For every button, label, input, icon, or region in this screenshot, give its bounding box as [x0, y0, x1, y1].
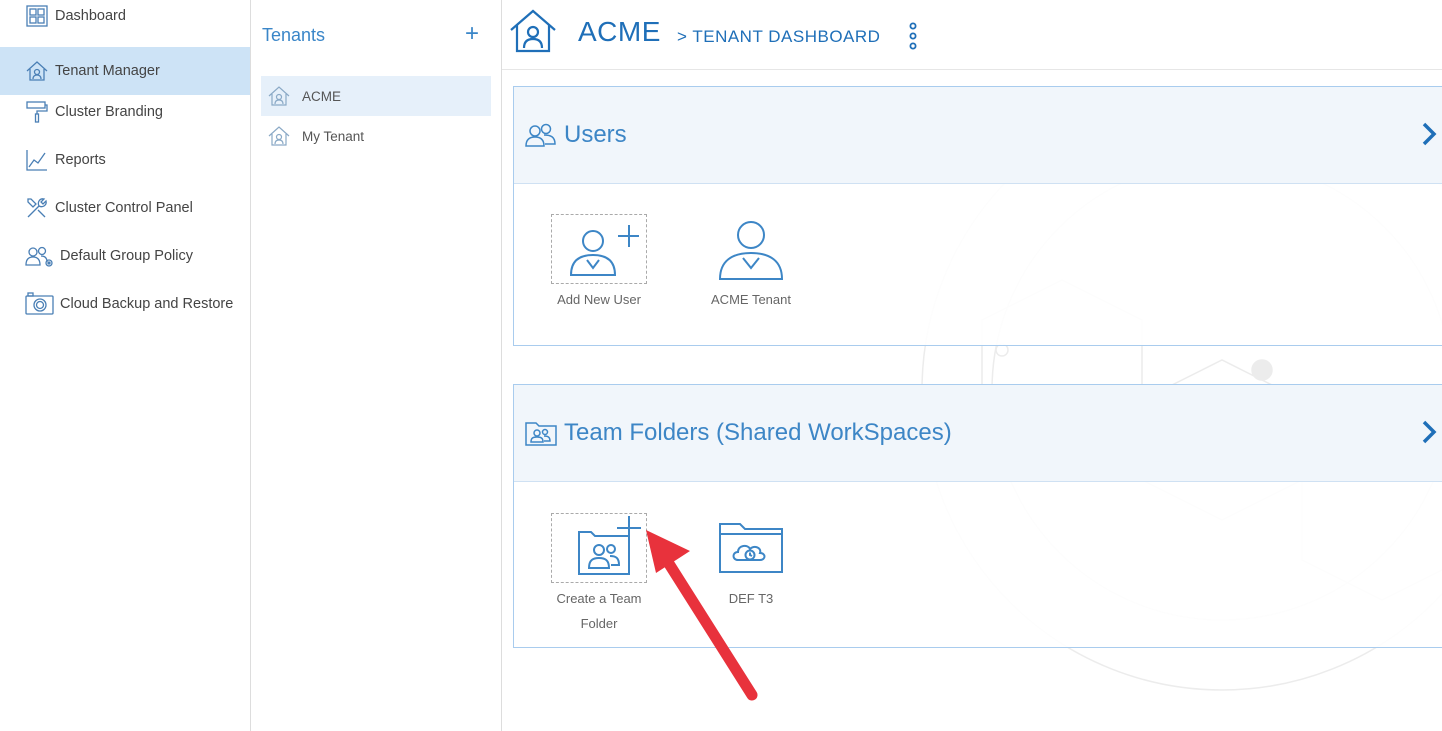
nav-item-label: Cluster Branding	[55, 104, 163, 120]
tenants-panel: Tenants + ACME My Tenant	[251, 0, 502, 731]
chart-icon	[25, 148, 49, 172]
add-user-icon	[569, 225, 639, 276]
tenant-home-icon	[510, 9, 556, 53]
tile-box	[551, 513, 647, 583]
nav-item-label: Cluster Control Panel	[55, 200, 193, 216]
nav-item-label: Cloud Backup and Restore	[60, 296, 234, 312]
create-team-folder-button[interactable]: Create a Team Folder	[550, 513, 648, 636]
tenant-home-icon	[25, 59, 49, 83]
page-title: ACME	[578, 16, 661, 47]
user-tile-acme-tenant[interactable]: ACME Tenant	[702, 214, 800, 312]
nav-item-default-group-policy[interactable]: Default Group Policy	[0, 232, 250, 280]
tile-box	[703, 214, 799, 284]
nav-item-reports[interactable]: Reports	[0, 136, 250, 184]
tenants-title: Tenants	[262, 25, 326, 45]
dashboard-icon	[25, 4, 49, 28]
nav-item-label: Dashboard	[55, 8, 126, 24]
nav-item-label: Default Group Policy	[60, 248, 193, 264]
team-folders-panel-header[interactable]: Team Folders (Shared WorkSpaces)	[514, 385, 1442, 482]
nav-item-label: Tenant Manager	[55, 63, 160, 79]
tenant-item-label: My Tenant	[302, 128, 365, 144]
page-header: ACME > TENANT DASHBOARD	[502, 0, 1442, 70]
camera-icon	[25, 292, 54, 316]
tenant-home-icon	[268, 86, 290, 106]
tenant-home-icon	[268, 126, 290, 146]
group-policy-icon	[25, 244, 54, 268]
users-panel-header[interactable]: Users	[514, 87, 1442, 184]
add-team-folder-icon	[578, 516, 641, 575]
nav-item-cluster-control-panel[interactable]: Cluster Control Panel	[0, 184, 250, 232]
more-options-icon[interactable]	[906, 22, 920, 50]
nav-item-label: Reports	[55, 152, 106, 168]
nav-item-cloud-backup-restore[interactable]: Cloud Backup and Restore	[0, 280, 250, 328]
user-icon	[718, 221, 784, 280]
breadcrumb: > TENANT DASHBOARD	[677, 27, 881, 46]
paint-roller-icon	[25, 100, 49, 124]
users-panel-title: Users	[564, 121, 627, 148]
team-folder-icon	[525, 422, 557, 446]
users-icon	[525, 123, 556, 147]
tenant-item-my-tenant[interactable]: My Tenant	[261, 116, 491, 156]
team-folders-panel-title: Team Folders (Shared WorkSpaces)	[564, 419, 952, 446]
annotation-arrow-icon	[646, 530, 758, 701]
nav-item-dashboard[interactable]: Dashboard	[0, 0, 250, 40]
tile-label: Add New User	[557, 292, 641, 307]
tile-label: ACME Tenant	[711, 292, 791, 307]
main-nav: Dashboard Tenant Manager Cluster Brandin…	[0, 0, 251, 731]
add-new-user-button[interactable]: Add New User	[550, 214, 648, 312]
tenant-item-acme[interactable]: ACME	[261, 76, 491, 116]
tile-label: Create a Team Folder	[556, 591, 642, 631]
nav-item-cluster-branding[interactable]: Cluster Branding	[0, 88, 250, 136]
users-panel: Users Add New User ACME Tenant	[513, 86, 1442, 346]
chevron-right-icon[interactable]	[1420, 419, 1438, 445]
tools-icon	[25, 196, 49, 220]
add-tenant-button[interactable]: +	[465, 20, 479, 48]
tile-box	[551, 214, 647, 284]
tenant-item-label: ACME	[302, 88, 342, 104]
chevron-right-icon[interactable]	[1420, 121, 1438, 147]
